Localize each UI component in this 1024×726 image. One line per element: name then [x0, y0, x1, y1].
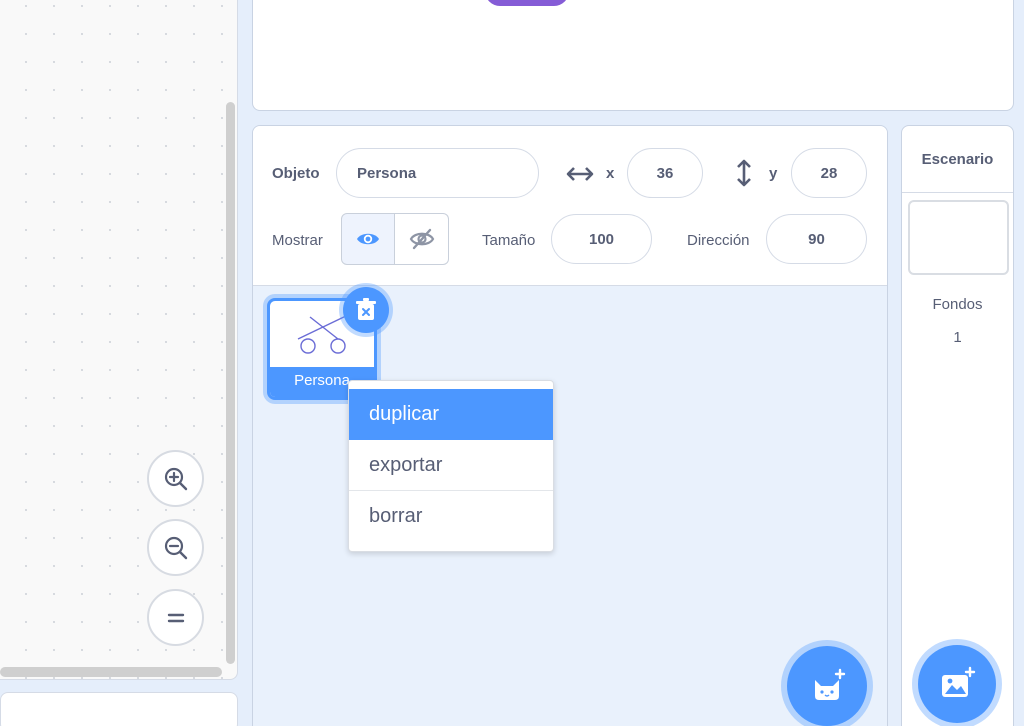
- sprite-info-panel: Objeto x 36 y 28 Mostrar: [253, 126, 887, 286]
- stage-selector[interactable]: Escenario Fondos 1: [901, 125, 1014, 726]
- zoom-reset-button[interactable]: [147, 589, 204, 646]
- sprite-name-label: Objeto: [272, 165, 320, 182]
- code-vertical-scrollbar[interactable]: [226, 102, 235, 664]
- eye-icon: [357, 233, 379, 245]
- add-sprite-button[interactable]: [787, 646, 867, 726]
- backdrops-label: Fondos: [932, 296, 983, 313]
- stage-thumbnail[interactable]: [908, 200, 1009, 275]
- code-workspace[interactable]: [0, 0, 238, 680]
- x-input[interactable]: 36: [627, 148, 703, 198]
- direction-input[interactable]: 90: [766, 214, 867, 264]
- bottom-panel: [0, 692, 238, 726]
- stage-sprite: [485, 0, 569, 6]
- zoom-reset-icon: [167, 613, 184, 622]
- menu-item-duplicate[interactable]: duplicar: [349, 389, 553, 440]
- eye-off-icon: [409, 228, 434, 250]
- size-label: Tamaño: [482, 232, 536, 249]
- stage[interactable]: [252, 0, 1014, 111]
- zoom-out-button[interactable]: [147, 519, 204, 576]
- context-menu: duplicar exportar borrar: [348, 380, 554, 552]
- menu-item-delete[interactable]: borrar: [349, 491, 553, 542]
- zoom-in-icon: [164, 467, 187, 490]
- x-label: x: [606, 165, 615, 182]
- code-horizontal-scrollbar[interactable]: [0, 667, 222, 677]
- size-input[interactable]: 100: [551, 214, 652, 264]
- arrows-vertical-icon: [737, 159, 751, 187]
- show-visible-toggle[interactable]: [341, 213, 395, 265]
- zoom-out-icon: [164, 536, 187, 559]
- backdrops-count: 1: [953, 329, 962, 346]
- add-backdrop-button[interactable]: [918, 645, 996, 723]
- stage-title: Escenario: [902, 126, 1013, 193]
- y-input[interactable]: 28: [791, 148, 867, 198]
- y-label: y: [769, 165, 778, 182]
- direction-label: Dirección: [687, 232, 750, 249]
- show-label: Mostrar: [272, 232, 323, 249]
- sprite-add-icon: [815, 668, 846, 700]
- menu-item-export[interactable]: exportar: [349, 440, 553, 491]
- arrows-horizontal-icon: [566, 167, 594, 181]
- zoom-in-button[interactable]: [147, 450, 204, 507]
- sprite-name-input[interactable]: [336, 148, 539, 198]
- trash-icon: [356, 298, 376, 320]
- backdrop-add-icon: [942, 666, 976, 697]
- show-hidden-toggle[interactable]: [395, 213, 449, 265]
- delete-sprite-button[interactable]: [343, 287, 389, 333]
